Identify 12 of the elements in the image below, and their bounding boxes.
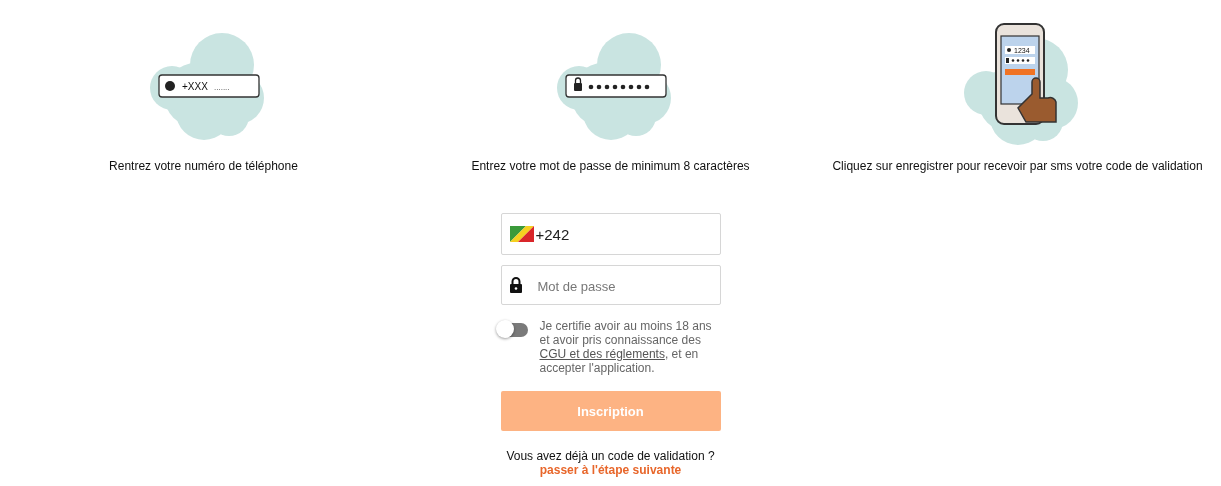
validation-code-question: Vous avez déjà un code de validation ? (506, 449, 715, 463)
terms-link[interactable]: CGU et des réglements (539, 347, 665, 361)
password-input[interactable]: Mot de passe (500, 265, 721, 305)
phone-input[interactable]: +242 (500, 213, 721, 255)
flag-icon (509, 226, 534, 242)
step-caption: Entrez votre mot de passe de minimum 8 caractères (471, 159, 750, 173)
consent-text: Je certifie avoir au moins 18 ans et avoir pris connaissance des CGU et des réglements, et en accepter l'application. (539, 319, 713, 375)
step-caption: Cliquez sur enregistrer pour recevoir par sms votre code de validation (832, 159, 1203, 173)
cloud-phone-field-drawing: +XXX ....... (133, 20, 274, 145)
step-caption: Rentrez votre numéro de téléphone (109, 159, 298, 173)
lock-icon (508, 276, 523, 294)
consent-toggle[interactable] (497, 323, 528, 337)
